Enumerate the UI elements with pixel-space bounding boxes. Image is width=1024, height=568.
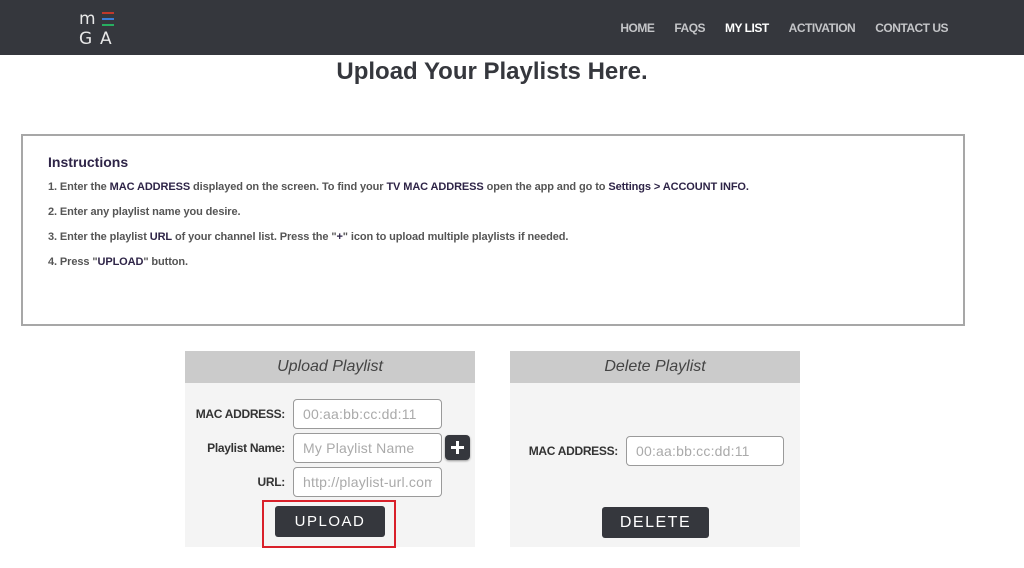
add-playlist-button[interactable] [445, 435, 470, 460]
instruction-keyword: MAC ADDRESS [109, 181, 191, 193]
instruction-keyword: TV MAC ADDRESS [386, 181, 484, 193]
instruction-step: 3. Enter the playlist URL of your channe… [48, 231, 963, 243]
mac-address-label: MAC ADDRESS: [528, 444, 619, 458]
instruction-text: of your channel list. Press the " [172, 231, 337, 243]
upload-button-highlight [262, 500, 396, 548]
instruction-text: " icon to upload multiple playlists if n… [342, 231, 569, 243]
navbar: m G A HOME FAQS MY LIST ACTIVATION CONTA… [0, 0, 1024, 55]
instruction-text: open the app and go to [483, 181, 609, 193]
instruction-text: 4. Press " [48, 256, 98, 268]
instructions-title: Instructions [48, 154, 129, 170]
delete-mac-address-input[interactable] [626, 436, 784, 466]
nav-my-list[interactable]: MY LIST [725, 21, 769, 35]
instruction-keyword: UPLOAD [97, 256, 144, 268]
instruction-text: displayed on the screen. To find your [190, 181, 387, 193]
playlist-url-input[interactable] [293, 467, 442, 497]
instruction-text: " button. [143, 256, 188, 268]
instruction-step: 4. Press "UPLOAD" button. [48, 256, 963, 268]
instruction-keyword: URL [149, 231, 173, 243]
playlist-name-input[interactable] [293, 433, 442, 463]
url-label: URL: [257, 475, 286, 489]
svg-text:m: m [79, 9, 96, 29]
instruction-keyword: Settings > ACCOUNT INFO. [608, 181, 749, 193]
delete-playlist-panel: Delete Playlist MAC ADDRESS: DELETE [510, 351, 800, 547]
upload-mac-address-input[interactable] [293, 399, 442, 429]
nav-contact-us[interactable]: CONTACT US [875, 21, 948, 35]
instructions-box: Instructions 1. Enter the MAC ADDRESS di… [21, 134, 965, 326]
instruction-text: 1. Enter the [48, 181, 110, 193]
svg-text:A: A [100, 29, 112, 47]
mega-logo[interactable]: m G A [78, 7, 122, 47]
instruction-text: 3. Enter the playlist [48, 231, 150, 243]
delete-button[interactable]: DELETE [602, 507, 709, 538]
upload-panel-title: Upload Playlist [185, 351, 475, 383]
delete-panel-title: Delete Playlist [510, 351, 800, 383]
plus-icon [451, 441, 464, 454]
page-title: Upload Your Playlists Here. [336, 58, 648, 85]
svg-text:G: G [79, 29, 92, 47]
instruction-step: 1. Enter the MAC ADDRESS displayed on th… [48, 181, 963, 193]
nav-home[interactable]: HOME [620, 21, 655, 35]
nav-faqs[interactable]: FAQS [674, 21, 705, 35]
playlist-name-label: Playlist Name: [207, 441, 285, 455]
main-nav: HOME FAQS MY LIST ACTIVATION CONTACT US [600, 0, 948, 55]
instruction-step: 2. Enter any playlist name you desire. [48, 206, 963, 218]
nav-activation[interactable]: ACTIVATION [789, 21, 856, 35]
instruction-text: 2. Enter any playlist name you desire. [48, 206, 241, 218]
mac-address-label: MAC ADDRESS: [195, 407, 286, 421]
